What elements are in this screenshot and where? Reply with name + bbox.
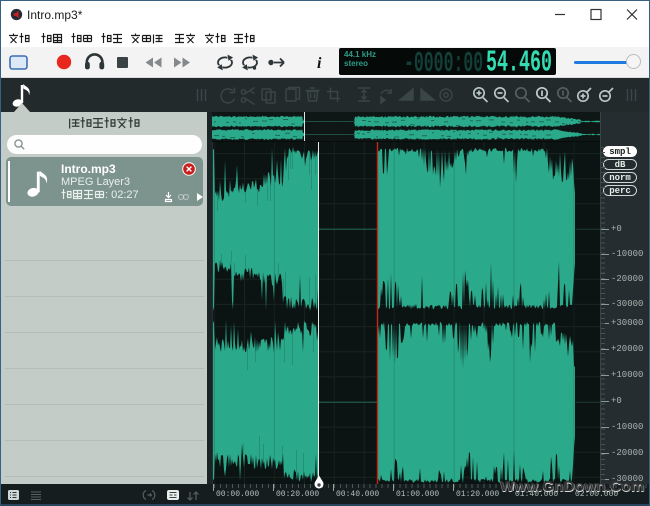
svg-text:i: i — [317, 55, 322, 72]
